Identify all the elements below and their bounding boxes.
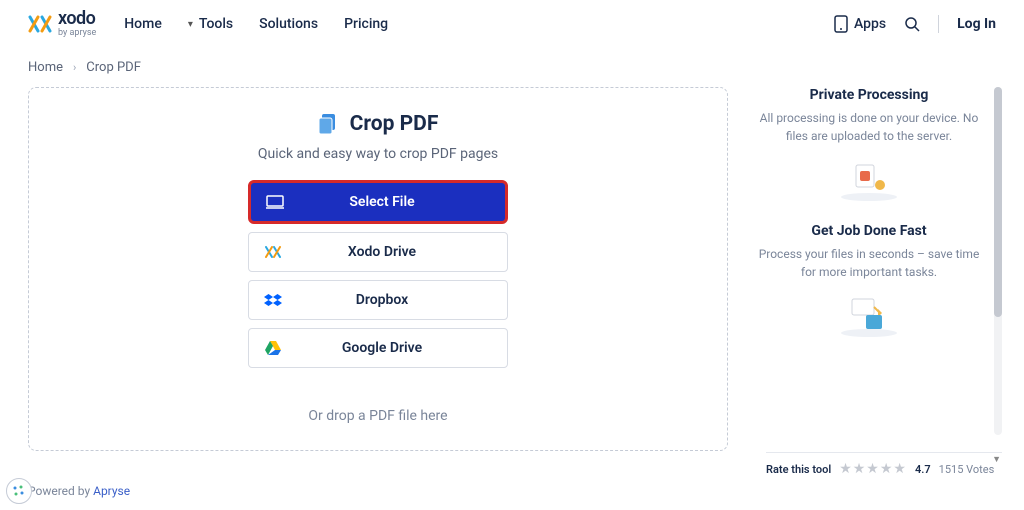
- logo-name: xodo: [58, 10, 96, 28]
- divider: [938, 15, 939, 33]
- chevron-down-icon: ▾: [188, 19, 193, 30]
- crop-pdf-icon: [318, 113, 340, 135]
- dropbox-button[interactable]: Dropbox: [248, 280, 508, 320]
- rating-stars[interactable]: ★★★★★: [839, 461, 907, 477]
- xodo-drive-icon: [249, 245, 297, 259]
- dropbox-label: Dropbox: [297, 292, 507, 308]
- main-nav: Home ▾ Tools Solutions Pricing: [124, 16, 388, 32]
- breadcrumb-current: Crop PDF: [86, 60, 141, 75]
- nav-solutions-label: Solutions: [259, 16, 318, 32]
- fast-illustration-icon: [834, 293, 904, 337]
- footer: Powered by Apryse: [28, 484, 130, 498]
- computer-icon: [251, 195, 299, 209]
- top-header: xodo by apryse Home ▾ Tools Solutions Pri…: [0, 0, 1024, 48]
- rating-votes: 1515 Votes: [939, 463, 995, 476]
- breadcrumb: Home › Crop PDF: [0, 48, 1024, 83]
- logo-sub: by apryse: [58, 29, 96, 38]
- nav-solutions[interactable]: Solutions: [259, 16, 318, 32]
- cookie-icon: [11, 483, 27, 499]
- google-drive-button[interactable]: Google Drive: [248, 328, 508, 368]
- logo[interactable]: xodo by apryse: [28, 10, 96, 38]
- info-block-privacy: Private Processing All processing is don…: [752, 87, 986, 201]
- chevron-right-icon: ›: [73, 61, 76, 74]
- breadcrumb-home[interactable]: Home: [28, 60, 63, 75]
- dropzone[interactable]: Crop PDF Quick and easy way to crop PDF …: [28, 87, 728, 451]
- login-label: Log In: [957, 16, 996, 32]
- info-sidebar: Private Processing All processing is don…: [752, 87, 996, 451]
- footer-powered: Powered by: [28, 484, 93, 498]
- nav-tools-label: Tools: [199, 16, 233, 32]
- info-title: Get Job Done Fast: [752, 223, 986, 239]
- nav-home-label: Home: [124, 16, 162, 32]
- nav-pricing[interactable]: Pricing: [344, 16, 388, 32]
- login-link[interactable]: Log In: [957, 16, 996, 32]
- info-title: Private Processing: [752, 87, 986, 103]
- scrollbar-track[interactable]: [994, 87, 1002, 435]
- page-subtitle: Quick and easy way to crop PDF pages: [47, 146, 709, 162]
- dropbox-icon: [249, 293, 297, 307]
- google-drive-label: Google Drive: [297, 340, 507, 356]
- nav-pricing-label: Pricing: [344, 16, 388, 32]
- select-file-label: Select File: [299, 194, 505, 210]
- xodo-drive-label: Xodo Drive: [297, 244, 507, 260]
- select-file-button[interactable]: Select File: [248, 180, 508, 224]
- phone-icon: [834, 15, 848, 33]
- nav-tools[interactable]: ▾ Tools: [188, 16, 233, 32]
- rating-value: 4.7: [915, 463, 931, 476]
- xodo-drive-button[interactable]: Xodo Drive: [248, 232, 508, 272]
- xodo-logo-icon: [28, 15, 52, 33]
- page-title: Crop PDF: [350, 112, 439, 136]
- apps-link[interactable]: Apps: [834, 15, 886, 33]
- cookie-settings-button[interactable]: [6, 478, 32, 504]
- rating-label: Rate this tool: [766, 463, 831, 476]
- nav-home[interactable]: Home: [124, 16, 162, 32]
- footer-brand-link[interactable]: Apryse: [93, 484, 130, 498]
- search-icon[interactable]: [904, 16, 920, 32]
- scrollbar-thumb[interactable]: [994, 87, 1002, 317]
- drop-hint: Or drop a PDF file here: [47, 408, 709, 424]
- info-desc: Process your files in seconds – save tim…: [752, 245, 986, 281]
- info-block-fast: Get Job Done Fast Process your files in …: [752, 223, 986, 337]
- google-drive-icon: [249, 341, 297, 355]
- info-desc: All processing is done on your device. N…: [752, 109, 986, 145]
- privacy-illustration-icon: [834, 157, 904, 201]
- rating-bar: Rate this tool ★★★★★ 4.7 1515 Votes: [766, 452, 1002, 477]
- apps-label: Apps: [854, 16, 886, 32]
